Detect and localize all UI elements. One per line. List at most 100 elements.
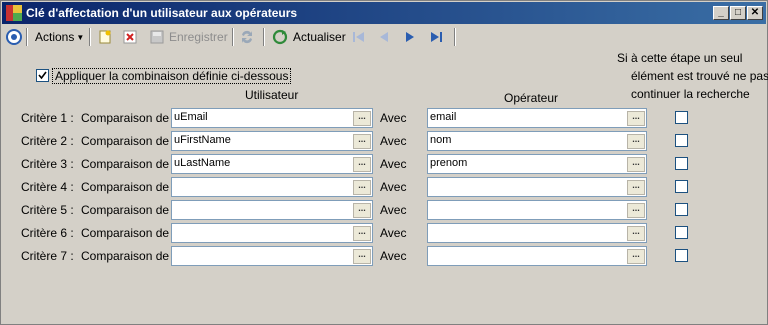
- stop-search-checkbox[interactable]: [675, 111, 688, 124]
- browse-operator-button[interactable]: ...: [627, 111, 645, 126]
- browse-user-button[interactable]: ...: [353, 111, 371, 126]
- chevron-down-icon: ▼: [76, 32, 85, 42]
- operator-field[interactable]: ...: [427, 246, 647, 266]
- delete-icon: [123, 30, 137, 44]
- comparison-label: Comparaison de :: [81, 203, 176, 217]
- checkmark-icon: [38, 71, 47, 80]
- user-field-value: uFirstName: [174, 134, 231, 146]
- criterion-label: Critère 4 :: [21, 180, 74, 194]
- previous-record-button[interactable]: [376, 27, 392, 47]
- target-icon: [6, 29, 22, 45]
- operator-field-value: email: [430, 111, 457, 123]
- save-icon: [150, 30, 164, 44]
- refresh-button[interactable]: Actualiser: [272, 27, 346, 47]
- refresh-icon: [272, 29, 288, 45]
- delete-button[interactable]: [122, 27, 138, 47]
- close-button[interactable]: ✕: [747, 6, 763, 20]
- stop-search-checkbox[interactable]: [675, 226, 688, 239]
- last-record-button[interactable]: [428, 27, 444, 47]
- save-label: Enregistrer: [169, 30, 228, 44]
- actions-label: Actions: [35, 30, 75, 44]
- window-title: Clé d'affectation d'un utilisateur aux o…: [26, 6, 298, 20]
- operator-field-value: nom: [430, 134, 452, 146]
- stop-search-checkbox[interactable]: [675, 180, 688, 193]
- user-field[interactable]: uFirstName ...: [171, 131, 373, 151]
- with-label: Avec: [380, 157, 407, 171]
- last-icon: [431, 32, 442, 42]
- next-record-button[interactable]: [402, 27, 418, 47]
- new-button[interactable]: [97, 27, 113, 47]
- browse-user-button[interactable]: ...: [353, 180, 371, 195]
- with-label: Avec: [380, 180, 407, 194]
- comparison-label: Comparaison de :: [81, 134, 176, 148]
- toolbar: Actions ▼ Enregistrer Actualiser: [2, 25, 766, 49]
- operator-column-header: Opérateur: [504, 91, 559, 105]
- title-bar[interactable]: Clé d'affectation d'un utilisateur aux o…: [2, 2, 766, 24]
- criterion-label: Critère 6 :: [21, 226, 74, 240]
- apply-combination-label[interactable]: Appliquer la combinaison définie ci-dess…: [52, 68, 292, 84]
- user-field[interactable]: ...: [171, 177, 373, 197]
- browse-operator-button[interactable]: ...: [627, 226, 645, 241]
- first-record-button[interactable]: [351, 27, 367, 47]
- user-field[interactable]: ...: [171, 223, 373, 243]
- with-label: Avec: [380, 226, 407, 240]
- criterion-label: Critère 7 :: [21, 249, 74, 263]
- user-field-value: uLastName: [174, 157, 231, 169]
- operator-field[interactable]: ...: [427, 200, 647, 220]
- stop-search-checkbox[interactable]: [675, 249, 688, 262]
- browse-operator-button[interactable]: ...: [627, 180, 645, 195]
- app-icon: [6, 5, 22, 21]
- comparison-label: Comparaison de :: [81, 111, 176, 125]
- criterion-label: Critère 3 :: [21, 157, 74, 171]
- operator-field[interactable]: email ...: [427, 108, 647, 128]
- comparison-label: Comparaison de :: [81, 249, 176, 263]
- stop-search-checkbox[interactable]: [675, 134, 688, 147]
- criterion-label: Critère 1 :: [21, 111, 74, 125]
- operator-field-value: prenom: [430, 157, 468, 169]
- browse-operator-button[interactable]: ...: [627, 134, 645, 149]
- comparison-label: Comparaison de :: [81, 157, 176, 171]
- previous-icon: [380, 32, 388, 42]
- browse-operator-button[interactable]: ...: [627, 249, 645, 264]
- next-icon: [406, 32, 414, 42]
- stop-search-label-3: continuer la recherche: [631, 87, 750, 101]
- browse-user-button[interactable]: ...: [353, 157, 371, 172]
- sync-icon: [242, 30, 252, 44]
- first-icon: [353, 32, 364, 42]
- home-button[interactable]: [6, 27, 22, 47]
- user-field[interactable]: ...: [171, 200, 373, 220]
- stop-search-label-1: Si à cette étape un seul: [617, 51, 743, 65]
- stop-search-label-2: élément est trouvé ne pas: [631, 69, 768, 83]
- browse-user-button[interactable]: ...: [353, 249, 371, 264]
- with-label: Avec: [380, 249, 407, 263]
- apply-combination-checkbox[interactable]: [36, 69, 49, 82]
- browse-operator-button[interactable]: ...: [627, 203, 645, 218]
- with-label: Avec: [380, 134, 407, 148]
- browse-user-button[interactable]: ...: [353, 134, 371, 149]
- minimize-button[interactable]: _: [713, 6, 729, 20]
- user-field[interactable]: uEmail ...: [171, 108, 373, 128]
- with-label: Avec: [380, 203, 407, 217]
- operator-field[interactable]: ...: [427, 223, 647, 243]
- save-button[interactable]: Enregistrer: [149, 27, 228, 47]
- user-field[interactable]: ...: [171, 246, 373, 266]
- actions-menu[interactable]: Actions ▼: [35, 27, 84, 47]
- new-document-icon: [99, 30, 111, 44]
- browse-user-button[interactable]: ...: [353, 203, 371, 218]
- browse-user-button[interactable]: ...: [353, 226, 371, 241]
- user-field-value: uEmail: [174, 111, 208, 123]
- stop-search-checkbox[interactable]: [675, 157, 688, 170]
- operator-field[interactable]: nom ...: [427, 131, 647, 151]
- operator-field[interactable]: ...: [427, 177, 647, 197]
- dialog-window: Clé d'affectation d'un utilisateur aux o…: [0, 0, 768, 325]
- operator-field[interactable]: prenom ...: [427, 154, 647, 174]
- criterion-label: Critère 5 :: [21, 203, 74, 217]
- with-label: Avec: [380, 111, 407, 125]
- user-column-header: Utilisateur: [245, 88, 299, 102]
- user-field[interactable]: uLastName ...: [171, 154, 373, 174]
- sync-button[interactable]: [239, 27, 255, 47]
- criterion-label: Critère 2 :: [21, 134, 74, 148]
- maximize-button[interactable]: □: [730, 6, 746, 20]
- browse-operator-button[interactable]: ...: [627, 157, 645, 172]
- stop-search-checkbox[interactable]: [675, 203, 688, 216]
